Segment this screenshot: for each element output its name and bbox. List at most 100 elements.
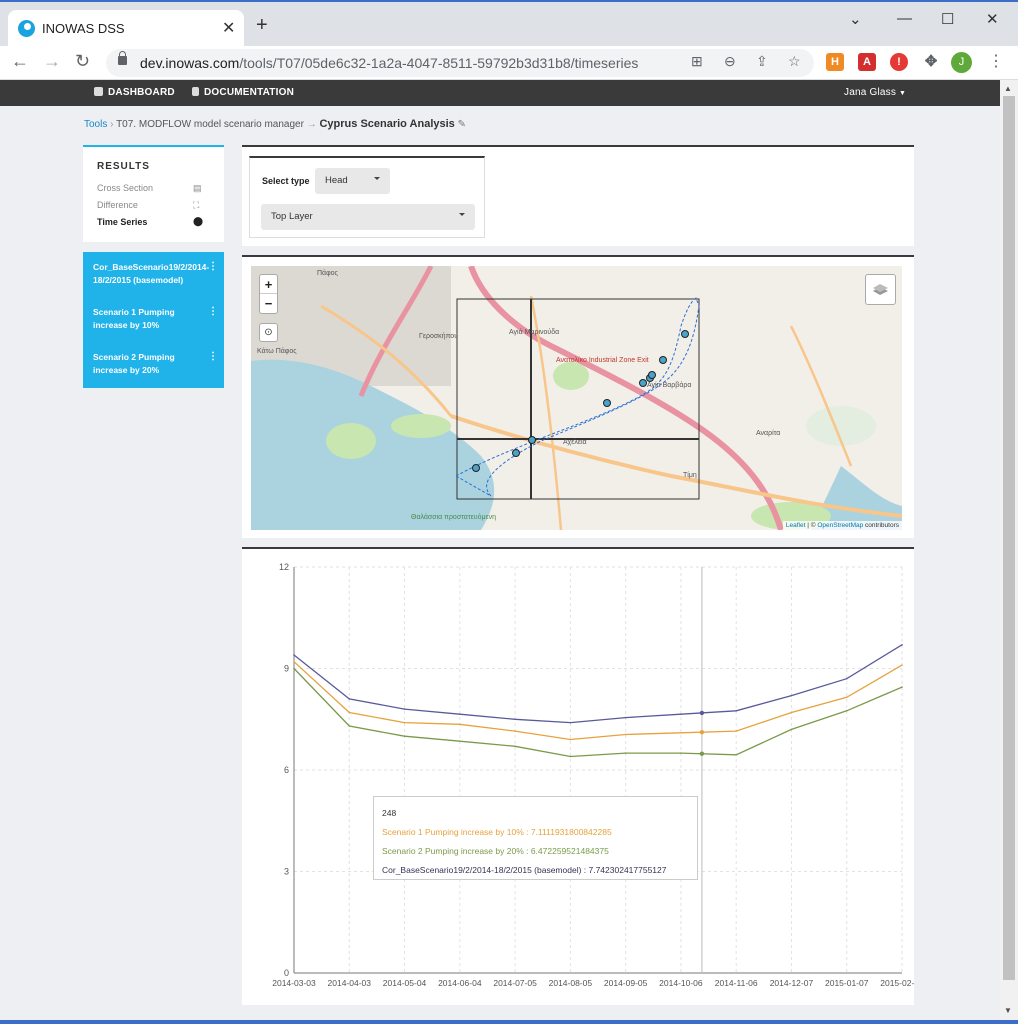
profile-avatar[interactable]: J: [951, 52, 972, 73]
layer-dropdown-value: Top Layer: [271, 211, 313, 222]
documentation-link[interactable]: DOCUMENTATION: [192, 87, 294, 98]
address-bar[interactable]: dev.inowas.com/tools/T07/05de6c32-1a2a-4…: [106, 49, 814, 77]
scroll-up-icon[interactable]: ▲: [1004, 84, 1012, 93]
data-point: [569, 721, 572, 724]
inowas-favicon-icon: [18, 20, 35, 37]
data-point: [624, 752, 627, 754]
scenario-options-icon[interactable]: ⋮: [208, 306, 218, 317]
map-label: Αναρίτα: [756, 430, 781, 437]
x-tick-label: 2014-06-04: [438, 978, 482, 988]
tooltip-base: Cor_BaseScenario19/2/2014-18/2/2015 (bas…: [382, 865, 667, 875]
data-point: [735, 709, 737, 712]
breadcrumb-tools[interactable]: Tools: [84, 119, 107, 130]
map-label: Αγιά Μαρινούδα: [509, 329, 560, 336]
url-path: /tools/T07/05de6c32-1a2a-4047-8511-59792…: [239, 55, 639, 71]
edit-pencil-icon[interactable]: ✎: [458, 119, 466, 130]
layer-dropdown[interactable]: Top Layer: [261, 204, 475, 230]
back-icon[interactable]: ←: [11, 51, 29, 72]
data-point: [459, 723, 461, 726]
data-point: [293, 654, 295, 656]
data-point: [680, 752, 682, 754]
y-tick-label: 6: [284, 765, 289, 775]
scenario-options-icon[interactable]: ⋮: [208, 351, 218, 362]
leaflet-link[interactable]: Leaflet: [786, 522, 806, 529]
time-series-chart[interactable]: 0 3 6 9 12 2014-03-03 2014-04-03 2014-05-04 2014…: [242, 549, 924, 1007]
browser-toolbar: ← → ↻ dev.inowas.com/tools/T07/05de6c32-…: [0, 46, 1018, 80]
extension-h-icon[interactable]: H: [826, 53, 844, 71]
zoom-icon[interactable]: ⊖: [724, 53, 736, 70]
results-title: RESULTS: [97, 161, 150, 172]
scenario-item-1[interactable]: Scenario 1 Pumping increase by 10%: [93, 306, 211, 332]
tab-title: INOWAS DSS: [42, 21, 125, 36]
scenario-item-base[interactable]: Cor_BaseScenario19/2/2014-18/2/2015 (bas…: [93, 261, 211, 287]
zoom-out-icon[interactable]: −: [260, 294, 277, 313]
data-point: [514, 718, 516, 721]
pdf-extension-icon[interactable]: A: [858, 53, 876, 71]
menu-difference[interactable]: Difference: [97, 200, 138, 210]
caret-down-icon: ▼: [899, 90, 907, 97]
data-point: [293, 660, 295, 663]
map-label: Αχέλεια: [563, 439, 587, 446]
select-type-label: Select type: [262, 176, 310, 186]
menu-time-series[interactable]: Time Series: [97, 217, 147, 227]
scenario-options-icon[interactable]: ⋮: [208, 261, 218, 272]
data-point: [680, 731, 682, 734]
data-point: [845, 696, 848, 699]
tooltip-scenario-2: Scenario 2 Pumping increase by 20% : 6.4…: [382, 846, 609, 856]
cursor-point: [699, 729, 705, 735]
scenario-item-2[interactable]: Scenario 2 Pumping increase by 20%: [93, 351, 211, 377]
layers-icon[interactable]: [865, 274, 896, 305]
series-line: [293, 644, 903, 724]
scroll-down-icon[interactable]: ▼: [1004, 1006, 1012, 1015]
new-tab-icon[interactable]: +: [256, 15, 268, 35]
data-point: [790, 694, 793, 697]
selector-card: Select type Head Top Layer: [242, 145, 914, 246]
browser-menu-icon[interactable]: ⋮: [988, 51, 1004, 71]
locate-icon[interactable]: ⊙: [259, 323, 278, 342]
browser-tab[interactable]: INOWAS DSS ✕: [8, 10, 244, 48]
x-tick-label: 2014-04-03: [328, 978, 372, 988]
translate-icon[interactable]: ⊞: [691, 53, 703, 70]
page-title: Cyprus Scenario Analysis: [319, 118, 455, 130]
url-host: dev.inowas.com: [140, 55, 240, 71]
minimize-icon[interactable]: —: [897, 10, 912, 27]
reload-icon[interactable]: ↻: [75, 51, 90, 72]
data-point: [569, 738, 572, 741]
type-dropdown[interactable]: Head: [315, 168, 390, 194]
x-tick-label: 2014-07-05: [493, 978, 537, 988]
maximize-icon[interactable]: ☐: [941, 10, 954, 28]
menu-cross-section[interactable]: Cross Section: [97, 183, 153, 193]
breadcrumb-tool[interactable]: T07. MODFLOW model scenario manager: [116, 119, 304, 130]
zoom-in-icon[interactable]: +: [260, 275, 277, 294]
adblock-extension-icon[interactable]: !: [890, 53, 908, 71]
layers-glyph: [873, 284, 888, 295]
scroll-thumb[interactable]: [1003, 96, 1015, 980]
breadcrumb: Tools › T07. MODFLOW model scenario mana…: [84, 118, 466, 130]
data-point: [403, 721, 406, 724]
data-point: [845, 709, 848, 712]
tab-search-icon[interactable]: ⌄: [849, 10, 862, 28]
chart-tooltip: 248 Scenario 1 Pumping increase by 10% :…: [373, 796, 698, 880]
osm-link[interactable]: OpenStreetMap: [817, 522, 863, 529]
extensions-puzzle-icon[interactable]: ✥: [922, 53, 940, 71]
page-scrollbar[interactable]: ▲ ▼: [1000, 80, 1018, 1020]
y-tick-label: 0: [284, 968, 289, 978]
map-label: Γεροσκήπου: [419, 333, 459, 340]
data-point: [790, 728, 793, 731]
share-icon[interactable]: ⇪: [756, 53, 768, 70]
bookmark-star-icon[interactable]: ☆: [788, 53, 801, 70]
data-point: [514, 730, 516, 732]
map-label: Κάτω Πάφος: [257, 348, 297, 355]
dashboard-link[interactable]: DASHBOARD: [94, 87, 175, 98]
cursor-point: [699, 751, 705, 756]
forward-icon[interactable]: →: [43, 51, 61, 72]
document-icon: [192, 87, 199, 96]
close-window-icon[interactable]: ✕: [986, 10, 999, 28]
data-point: [901, 664, 903, 666]
close-tab-icon[interactable]: ✕: [222, 18, 235, 38]
data-point: [348, 725, 351, 727]
user-name: Jana Glass: [844, 87, 897, 98]
user-menu[interactable]: Jana Glass ▼: [844, 87, 906, 98]
map[interactable]: Πάφος Γεροσκήπου Αγιά Μαρινούδα Αγία Βαρ…: [251, 266, 902, 530]
caret-down-icon: [459, 213, 465, 216]
